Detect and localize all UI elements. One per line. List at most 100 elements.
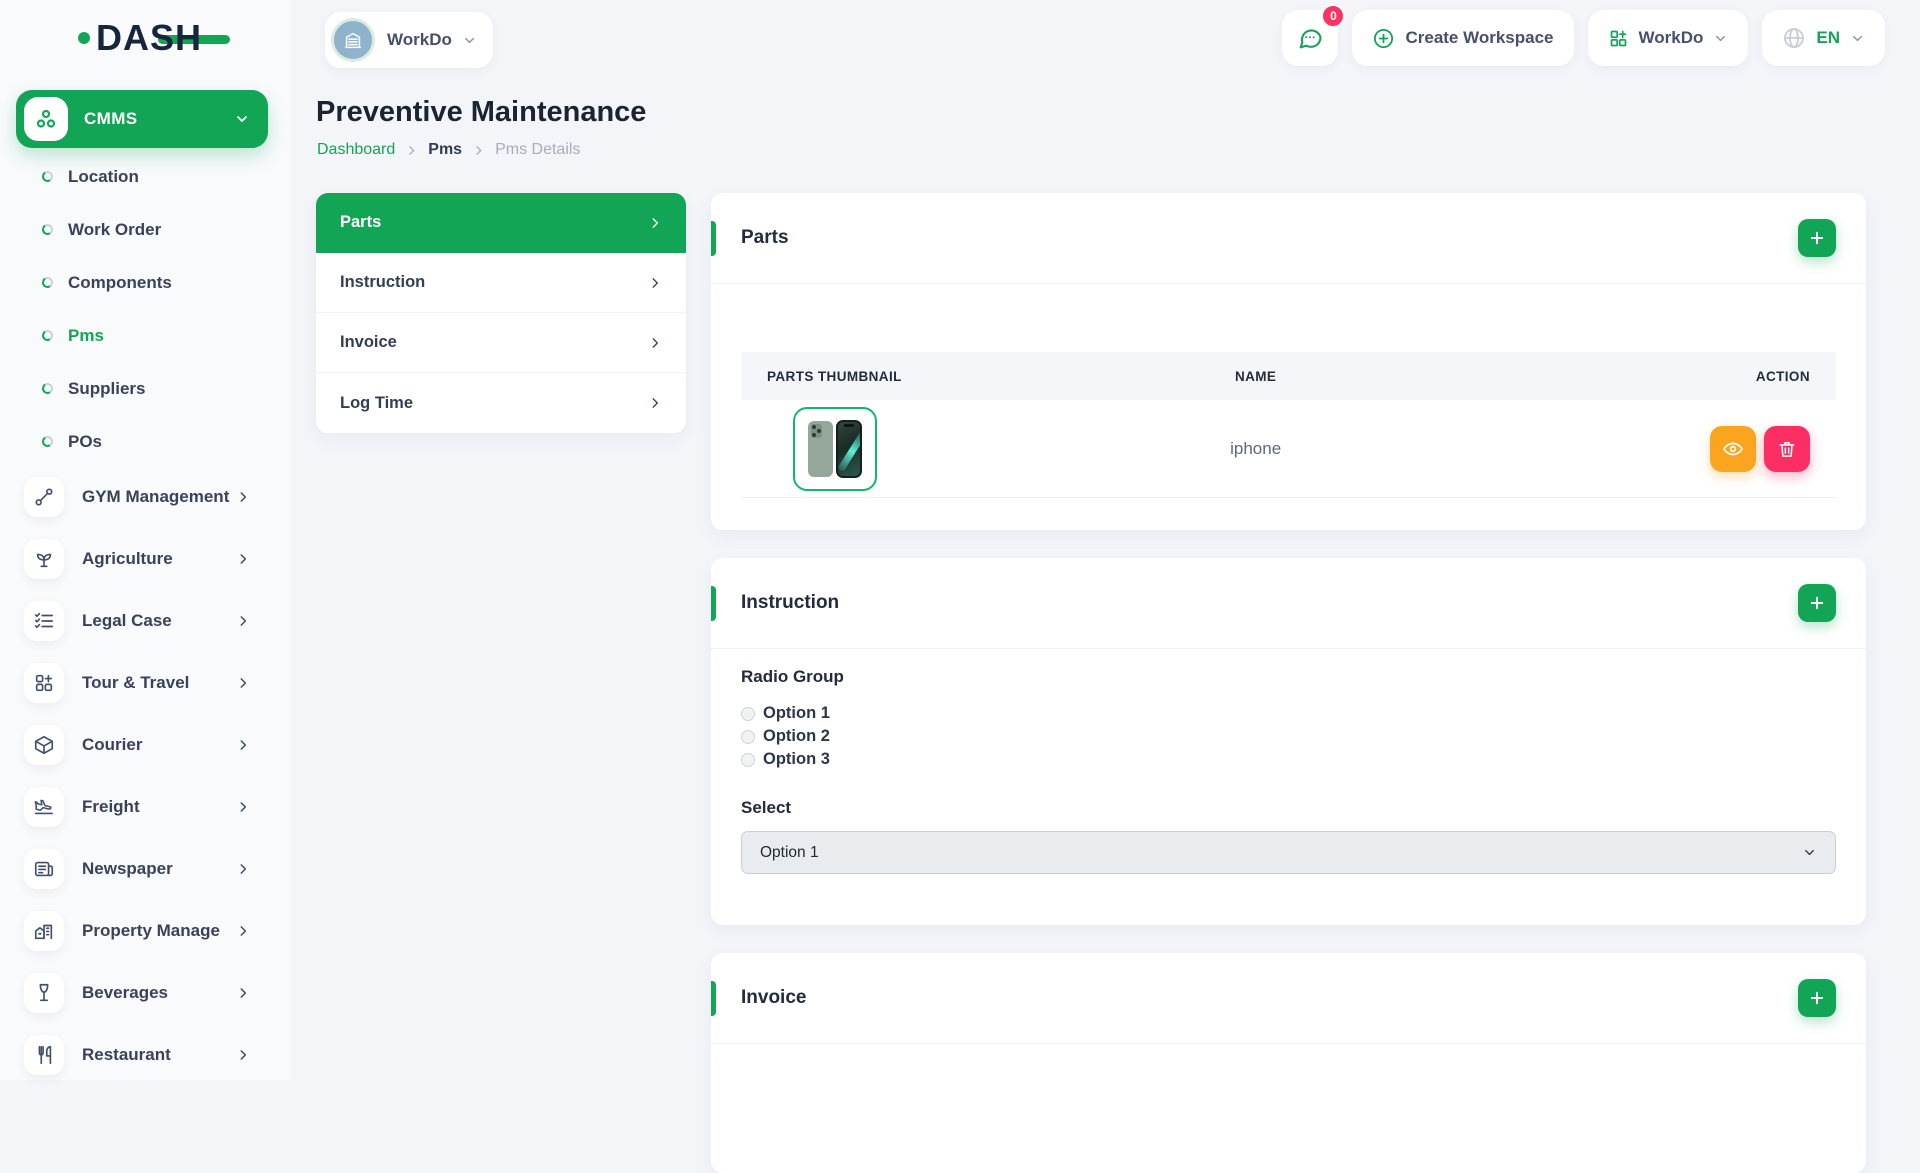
breadcrumb-dashboard[interactable]: Dashboard bbox=[317, 141, 395, 159]
sidebar-item-beverages[interactable]: Beverages bbox=[0, 962, 290, 1024]
sidebar-item-gym-management[interactable]: GYM Management bbox=[0, 466, 290, 528]
cmms-submenu: Location Work Order Components Pms Suppl… bbox=[0, 150, 290, 468]
bullet-icon bbox=[41, 276, 54, 289]
invoice-card: Invoice bbox=[711, 953, 1866, 1173]
main-content: Preventive Maintenance Dashboard Pms Pms… bbox=[290, 0, 1920, 1080]
sidebar-item-label: Freight bbox=[82, 797, 236, 817]
radio-option-label: Option 2 bbox=[763, 727, 830, 746]
bullet-icon bbox=[41, 382, 54, 395]
sidebar-item-label: Agriculture bbox=[82, 549, 236, 569]
eye-icon bbox=[1722, 438, 1744, 460]
iphone-back-image bbox=[808, 421, 833, 477]
sidebar-item-label: GYM Management bbox=[82, 487, 236, 507]
plane-icon bbox=[24, 787, 64, 827]
sidebar-item-label: Restaurant bbox=[82, 1045, 236, 1065]
add-invoice-button[interactable] bbox=[1798, 979, 1836, 1017]
tab-invoice[interactable]: Invoice bbox=[316, 313, 686, 373]
sidebar-item-suppliers[interactable]: Suppliers bbox=[0, 362, 290, 415]
chevron-right-icon bbox=[236, 1048, 250, 1062]
radio-icon[interactable] bbox=[741, 707, 755, 721]
sidebar-item-agriculture[interactable]: Agriculture bbox=[0, 528, 290, 590]
delete-part-button[interactable] bbox=[1764, 426, 1810, 472]
chevron-down-icon bbox=[1802, 845, 1817, 860]
sidebar-item-property-manage[interactable]: Property Manage bbox=[0, 900, 290, 962]
tab-label: Instruction bbox=[340, 273, 425, 292]
option-select[interactable]: Option 1 bbox=[741, 831, 1836, 874]
instruction-card: Instruction Radio Group Option 1 Option … bbox=[711, 558, 1866, 925]
chevron-right-icon bbox=[648, 276, 662, 290]
accent-bar bbox=[711, 221, 716, 256]
sidebar-item-label: Pms bbox=[68, 326, 104, 346]
sidebar-item-label: Work Order bbox=[68, 220, 161, 240]
plus-icon bbox=[1808, 594, 1826, 612]
parts-card-header: Parts bbox=[711, 193, 1866, 284]
radio-icon[interactable] bbox=[741, 753, 755, 767]
sidebar-item-tour-travel[interactable]: Tour & Travel bbox=[0, 652, 290, 714]
sidebar-item-legal-case[interactable]: Legal Case bbox=[0, 590, 290, 652]
sidebar-item-pos[interactable]: POs bbox=[0, 415, 290, 468]
instruction-card-title: Instruction bbox=[741, 592, 839, 614]
sidebar-item-pms[interactable]: Pms bbox=[0, 309, 290, 362]
chevron-right-icon bbox=[236, 614, 250, 628]
sidebar-item-label: Location bbox=[68, 167, 139, 187]
checklist-icon bbox=[24, 601, 64, 641]
sidebar: DASH CMMS Location Work Order Components… bbox=[0, 0, 290, 1080]
add-instruction-button[interactable] bbox=[1798, 584, 1836, 622]
grid-plus-icon bbox=[24, 663, 64, 703]
radio-option-2[interactable]: Option 2 bbox=[741, 725, 1836, 748]
building-icon bbox=[24, 911, 64, 951]
table-row: iphone bbox=[741, 400, 1836, 498]
radio-icon[interactable] bbox=[741, 730, 755, 744]
package-icon bbox=[24, 725, 64, 765]
radio-option-3[interactable]: Option 3 bbox=[741, 748, 1836, 771]
sidebar-item-label: Property Manage bbox=[82, 921, 236, 941]
bullet-icon bbox=[41, 223, 54, 236]
sidebar-item-restaurant[interactable]: Restaurant bbox=[0, 1024, 290, 1086]
col-header-thumbnail: PARTS THUMBNAIL bbox=[741, 369, 1091, 384]
sidebar-item-work-order[interactable]: Work Order bbox=[0, 203, 290, 256]
col-header-action: ACTION bbox=[1420, 369, 1836, 384]
tab-parts[interactable]: Parts bbox=[316, 193, 686, 253]
chevron-right-icon bbox=[236, 800, 250, 814]
parts-table: PARTS THUMBNAIL NAME ACTION iphone bbox=[741, 352, 1836, 498]
radio-group-label: Radio Group bbox=[741, 667, 1836, 687]
tab-instruction[interactable]: Instruction bbox=[316, 253, 686, 313]
tab-log-time[interactable]: Log Time bbox=[316, 373, 686, 433]
view-part-button[interactable] bbox=[1710, 426, 1756, 472]
wine-glass-icon bbox=[24, 973, 64, 1013]
sidebar-item-courier[interactable]: Courier bbox=[0, 714, 290, 776]
sidebar-item-label: Legal Case bbox=[82, 611, 236, 631]
parts-card: Parts PARTS THUMBNAIL NAME ACTION iphone bbox=[711, 193, 1866, 530]
add-part-button[interactable] bbox=[1798, 219, 1836, 257]
sidebar-item-location[interactable]: Location bbox=[0, 150, 290, 203]
chevron-right-icon bbox=[648, 336, 662, 350]
dumbbell-icon bbox=[24, 477, 64, 517]
cutlery-icon bbox=[24, 1035, 64, 1075]
page-title: Preventive Maintenance bbox=[316, 96, 646, 129]
chevron-right-icon bbox=[236, 924, 250, 938]
invoice-card-title: Invoice bbox=[741, 987, 806, 1009]
chevron-right-icon bbox=[648, 216, 662, 230]
accent-bar bbox=[711, 981, 716, 1016]
plus-icon bbox=[1808, 989, 1826, 1007]
chevron-right-icon bbox=[236, 552, 250, 566]
sidebar-item-label: Components bbox=[68, 273, 172, 293]
sidebar-item-label: Tour & Travel bbox=[82, 673, 236, 693]
sidebar-item-newspaper[interactable]: Newspaper bbox=[0, 838, 290, 900]
bullet-icon bbox=[41, 435, 54, 448]
sidebar-app-cmms-button[interactable]: CMMS bbox=[16, 90, 268, 148]
part-thumbnail[interactable] bbox=[793, 407, 877, 491]
bullet-icon bbox=[41, 329, 54, 342]
radio-option-label: Option 3 bbox=[763, 750, 830, 769]
parts-table-header-row: PARTS THUMBNAIL NAME ACTION bbox=[741, 352, 1836, 400]
sidebar-item-freight[interactable]: Freight bbox=[0, 776, 290, 838]
radio-option-1[interactable]: Option 1 bbox=[741, 702, 1836, 725]
breadcrumb-pms[interactable]: Pms bbox=[428, 141, 462, 159]
sidebar-item-label: Courier bbox=[82, 735, 236, 755]
sidebar-modules: GYM Management Agriculture Legal Case bbox=[0, 466, 290, 1086]
brand-logo[interactable]: DASH bbox=[78, 16, 202, 60]
parts-card-title: Parts bbox=[741, 227, 789, 249]
sidebar-item-components[interactable]: Components bbox=[0, 256, 290, 309]
chevron-right-icon bbox=[236, 490, 250, 504]
invoice-card-header: Invoice bbox=[711, 953, 1866, 1044]
